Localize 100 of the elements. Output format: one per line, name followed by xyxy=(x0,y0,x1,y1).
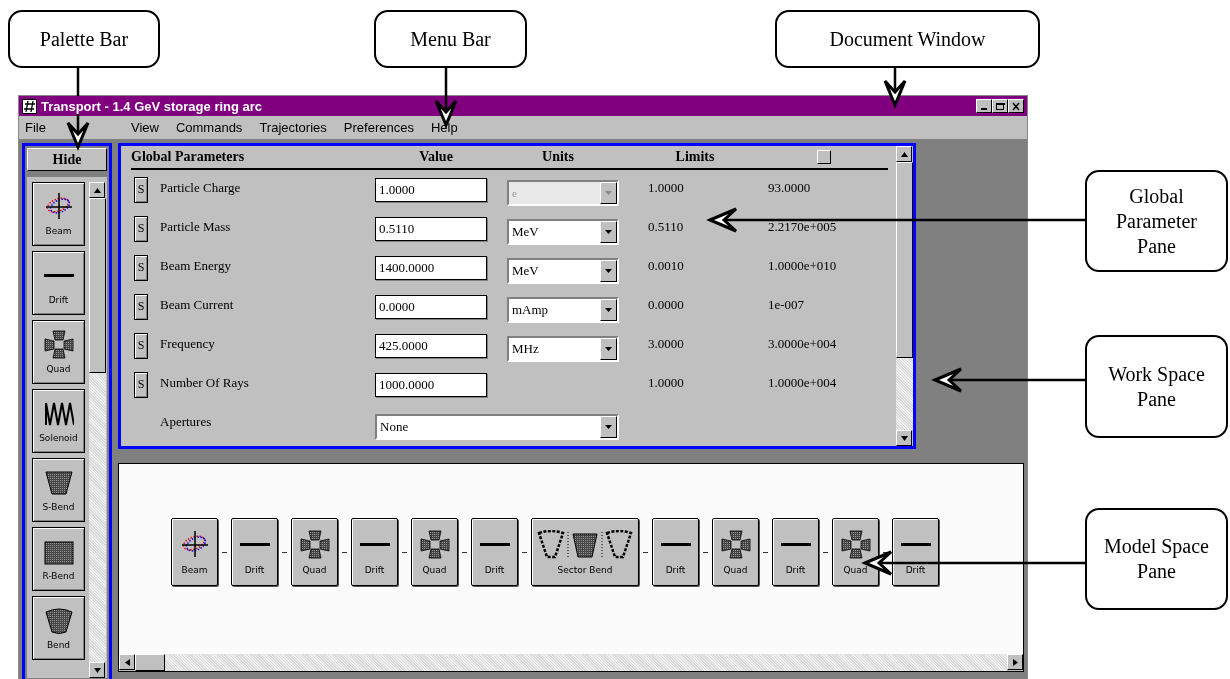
value-field[interactable]: 1.0000 xyxy=(375,178,487,202)
menu-item[interactable]: Help xyxy=(430,120,458,135)
beamline-element[interactable]: Quad xyxy=(712,518,759,586)
quadrupole-icon xyxy=(43,330,74,360)
quadrupole-icon xyxy=(840,529,871,560)
limit-min: 0.0000 xyxy=(648,297,685,313)
menu-item[interactable]: Trajectories xyxy=(259,120,327,135)
limit-max: 2.2170e+005 xyxy=(768,219,838,235)
close-icon xyxy=(1011,101,1021,111)
palette-item[interactable]: Solenoid xyxy=(32,389,85,453)
maximize-button[interactable] xyxy=(992,99,1008,113)
window-title: Transport - 1.4 GeV storage ring arc xyxy=(41,98,264,114)
palette-item[interactable]: Bend xyxy=(32,596,85,660)
palette-item[interactable]: Beam xyxy=(32,182,85,246)
scroll-thumb[interactable] xyxy=(896,162,913,358)
limit-max: 3.0000e+004 xyxy=(768,336,838,352)
value-field[interactable]: 1000.0000 xyxy=(375,373,487,397)
beamline-element[interactable]: Drift xyxy=(471,518,518,586)
line-icon xyxy=(239,542,270,546)
line-icon xyxy=(479,542,510,546)
limit-max: 1.0000e+004 xyxy=(768,375,838,391)
menu-item[interactable]: Commands xyxy=(175,120,243,135)
line-icon xyxy=(780,542,811,546)
unit-dropdown[interactable]: MeV xyxy=(507,258,619,284)
value-field[interactable]: 0.5110 xyxy=(375,217,487,241)
parameter-name: Beam Energy xyxy=(159,258,232,274)
beamline-element[interactable]: Beam xyxy=(171,518,218,586)
value-field[interactable]: 0.0000 xyxy=(375,295,487,319)
caret-icon xyxy=(605,308,612,312)
beamline-element[interactable]: Drift xyxy=(772,518,819,586)
callout-label: Menu Bar xyxy=(374,10,527,68)
limit-min: 1.0000 xyxy=(648,375,685,391)
beamline-element[interactable]: Drift xyxy=(351,518,398,586)
menu-item[interactable]: View xyxy=(130,120,159,135)
limit-min: 0.0010 xyxy=(648,258,685,274)
minimize-icon xyxy=(981,107,987,110)
s-button[interactable]: S xyxy=(134,254,148,281)
beamline-element[interactable]: Sector Bend xyxy=(531,518,639,586)
limit-max: 93.0000 xyxy=(768,180,812,196)
line-icon xyxy=(43,274,74,277)
parameter-name: Particle Charge xyxy=(159,180,242,196)
s-button[interactable]: S xyxy=(134,332,148,359)
maximize-icon xyxy=(995,101,1005,111)
line-icon xyxy=(660,542,691,546)
value-field[interactable]: 1400.0000 xyxy=(375,256,487,280)
beamline-element[interactable]: Quad xyxy=(411,518,458,586)
palette-item[interactable]: R-Bend xyxy=(32,527,85,591)
parameter-name: Frequency xyxy=(159,336,216,352)
palette-item[interactable]: S-Bend xyxy=(32,458,85,522)
down-arrow-icon xyxy=(900,435,908,441)
minimize-button[interactable] xyxy=(976,99,992,113)
callout-label: Palette Bar xyxy=(8,10,160,68)
unit-dropdown: e xyxy=(507,180,619,206)
caret-icon xyxy=(605,425,612,429)
scroll-thumb[interactable] xyxy=(135,654,165,671)
beam-crosshair-icon xyxy=(179,529,210,560)
unit-dropdown[interactable]: mAmp xyxy=(507,297,619,323)
scrollbar[interactable] xyxy=(119,654,1023,671)
beamline-element[interactable]: Drift xyxy=(652,518,699,586)
parameter-name: Number Of Rays xyxy=(159,375,250,391)
unit-dropdown[interactable]: MHz xyxy=(507,336,619,362)
parameter-name: Beam Current xyxy=(159,297,235,313)
scroll-thumb[interactable] xyxy=(89,198,106,373)
limit-max: 1.0000e+010 xyxy=(768,258,838,274)
beamline-element[interactable]: Drift xyxy=(892,518,939,586)
column-header: Value xyxy=(418,149,454,165)
trapezoid-icon xyxy=(43,606,74,636)
up-arrow-icon xyxy=(93,187,101,193)
column-toggle-button[interactable] xyxy=(817,150,831,164)
beamline-element[interactable]: Drift xyxy=(231,518,278,586)
s-button[interactable]: S xyxy=(134,293,148,320)
menu-item[interactable]: Preferences xyxy=(343,120,414,135)
scrollbar[interactable] xyxy=(896,146,913,446)
limit-min: 0.5110 xyxy=(648,219,685,235)
palette-item[interactable]: Quad xyxy=(32,320,85,384)
limit-min: 3.0000 xyxy=(648,336,685,352)
quadrupole-icon xyxy=(720,529,751,560)
beam-crosshair-icon xyxy=(43,192,74,222)
scrollbar[interactable] xyxy=(89,182,106,678)
unit-dropdown[interactable]: MeV xyxy=(507,219,619,245)
column-header: Limits xyxy=(674,149,716,165)
hide-button[interactable]: Hide xyxy=(27,148,107,171)
down-arrow-icon xyxy=(93,667,101,673)
callout-label: Global Parameter Pane xyxy=(1085,170,1228,272)
up-arrow-icon xyxy=(900,151,908,157)
limit-min: 1.0000 xyxy=(648,180,685,196)
beamline-element[interactable]: Quad xyxy=(291,518,338,586)
menu-item[interactable]: File xyxy=(25,120,46,135)
s-button[interactable]: S xyxy=(134,215,148,242)
column-header: Global Parameters xyxy=(131,149,246,165)
palette-item[interactable]: Drift xyxy=(32,251,85,315)
aperture-dropdown[interactable]: None xyxy=(375,414,619,440)
line-icon xyxy=(359,542,390,546)
value-field[interactable]: 425.0000 xyxy=(375,334,487,358)
s-button[interactable]: S xyxy=(134,176,148,203)
s-button[interactable]: S xyxy=(134,371,148,398)
beamline-element[interactable]: Quad xyxy=(832,518,879,586)
quadrupole-icon xyxy=(419,529,450,560)
caret-icon xyxy=(605,230,612,234)
close-button[interactable] xyxy=(1008,99,1024,113)
